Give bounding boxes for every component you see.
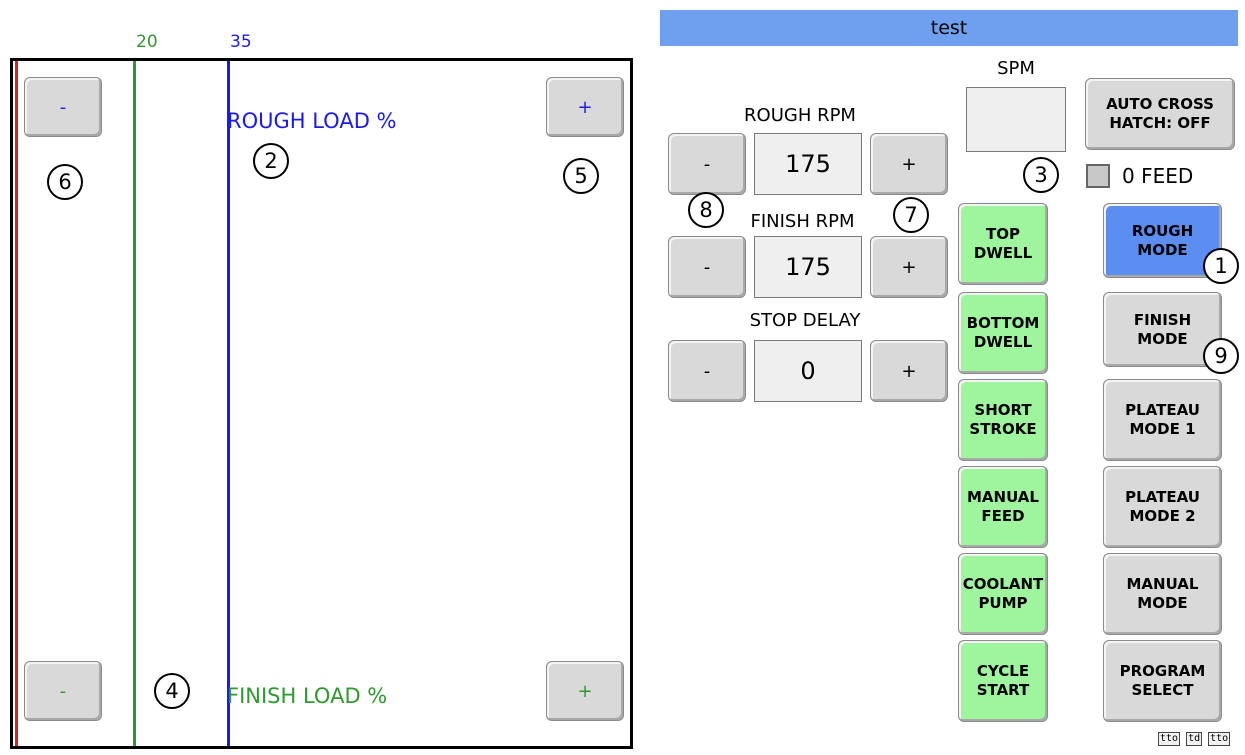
rough-load-plus-button[interactable]: + — [546, 77, 624, 137]
load-panel: ROUGH LOAD % FINISH LOAD % - + - + 6 2 5… — [10, 58, 633, 749]
manual-feed-button[interactable]: MANUAL FEED — [958, 466, 1048, 548]
red-limit-line — [15, 61, 18, 746]
cycle-start-button[interactable]: CYCLE START — [958, 640, 1048, 722]
program-select-button[interactable]: PROGRAM SELECT — [1103, 640, 1222, 722]
green-load-line — [133, 61, 136, 746]
finish-rpm-value: 175 — [754, 236, 862, 298]
rough-rpm-plus-button[interactable]: + — [870, 133, 948, 195]
rough-load-label: ROUGH LOAD % — [227, 109, 397, 133]
callout-1: 1 — [1203, 248, 1239, 284]
callout-4: 4 — [154, 673, 190, 709]
finish-rpm-minus-button[interactable]: - — [668, 236, 746, 298]
callout-6: 6 — [47, 164, 83, 200]
stop-delay-value: 0 — [754, 340, 862, 402]
callout-5: 5 — [563, 158, 599, 194]
zero-feed-label: 0 FEED — [1122, 164, 1194, 188]
blue-scale-label: 35 — [230, 32, 252, 52]
rough-rpm-label: ROUGH RPM — [744, 105, 856, 126]
window-title: test — [660, 10, 1238, 46]
finish-load-plus-button[interactable]: + — [546, 661, 624, 721]
spm-label: SPM — [997, 58, 1035, 79]
plateau-mode-1-button[interactable]: PLATEAU MODE 1 — [1103, 379, 1222, 461]
bottom-dwell-button[interactable]: BOTTOM DWELL — [958, 292, 1048, 374]
stop-delay-label: STOP DELAY — [749, 310, 861, 331]
plateau-mode-2-button[interactable]: PLATEAU MODE 2 — [1103, 466, 1222, 548]
spm-display — [966, 87, 1066, 152]
stop-delay-plus-button[interactable]: + — [870, 340, 948, 402]
footer-icon-b: td — [1186, 732, 1203, 746]
finish-load-label: FINISH LOAD % — [227, 684, 388, 708]
green-scale-label: 20 — [136, 32, 158, 52]
callout-8: 8 — [688, 192, 724, 228]
zero-feed-indicator — [1086, 164, 1110, 188]
auto-cross-hatch-label: AUTO CROSS HATCH: OFF — [1106, 95, 1214, 132]
blue-load-line — [227, 61, 230, 746]
rough-rpm-value: 175 — [754, 133, 862, 195]
callout-9: 9 — [1203, 338, 1239, 374]
short-stroke-button[interactable]: SHORT STROKE — [958, 379, 1048, 461]
callout-7: 7 — [893, 197, 929, 233]
footer-icon-a: tto — [1158, 732, 1181, 746]
finish-load-minus-button[interactable]: - — [24, 661, 102, 721]
manual-mode-button[interactable]: MANUAL MODE — [1103, 553, 1222, 635]
footer-icon-c: tto — [1208, 732, 1231, 746]
top-dwell-button[interactable]: TOP DWELL — [958, 203, 1048, 285]
finish-rpm-label: FINISH RPM — [750, 211, 855, 232]
footer-icons: tto td tto — [1158, 732, 1231, 746]
callout-3: 3 — [1023, 157, 1059, 193]
rough-rpm-minus-button[interactable]: - — [668, 133, 746, 195]
auto-cross-hatch-button[interactable]: AUTO CROSS HATCH: OFF — [1085, 78, 1235, 150]
coolant-pump-button[interactable]: COOLANT PUMP — [958, 553, 1048, 635]
finish-rpm-plus-button[interactable]: + — [870, 236, 948, 298]
callout-2: 2 — [253, 143, 289, 179]
rough-load-minus-button[interactable]: - — [24, 77, 102, 137]
stop-delay-minus-button[interactable]: - — [668, 340, 746, 402]
